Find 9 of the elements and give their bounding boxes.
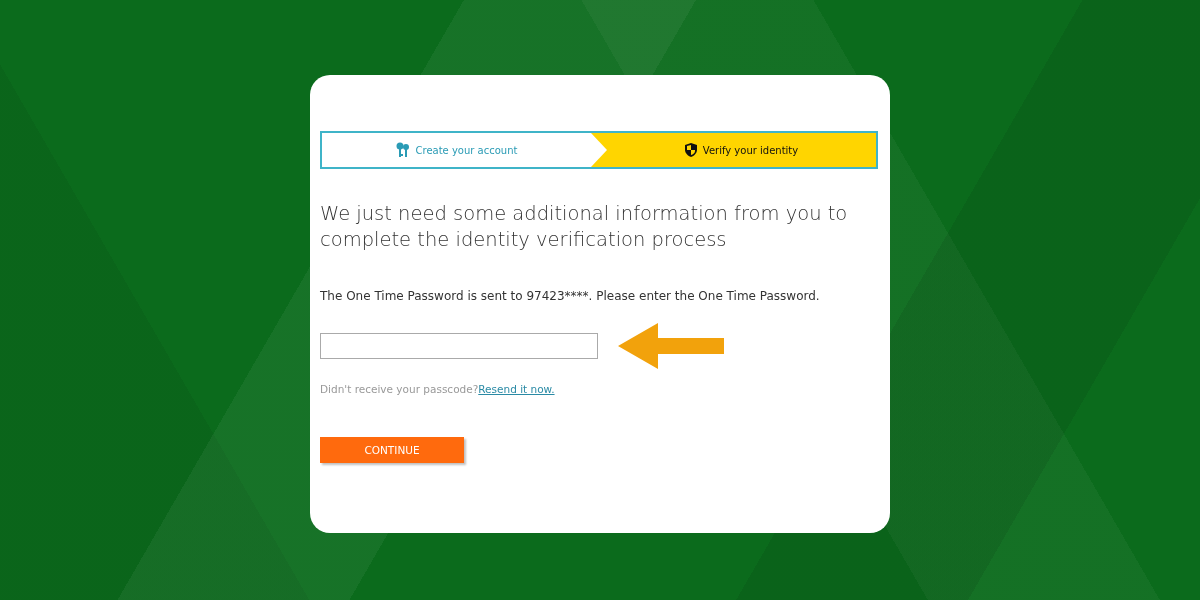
resend-hint: Didn't receive your passcode?Resend it now. <box>320 383 556 395</box>
otp-input-field[interactable] <box>320 333 598 359</box>
keys-icon <box>395 142 410 158</box>
otp-message: The One Time Password is sent to 97423****. Please enter the One Time Password. <box>320 289 821 303</box>
resend-link[interactable]: Resend it now. <box>478 383 555 395</box>
heading: We just need some additional information from you to complete the identity verification process <box>320 201 849 253</box>
continue-button[interactable]: CONTINUE <box>320 437 464 463</box>
step-tab[interactable]: Verify your identity <box>591 133 876 167</box>
shield-icon <box>684 143 697 157</box>
